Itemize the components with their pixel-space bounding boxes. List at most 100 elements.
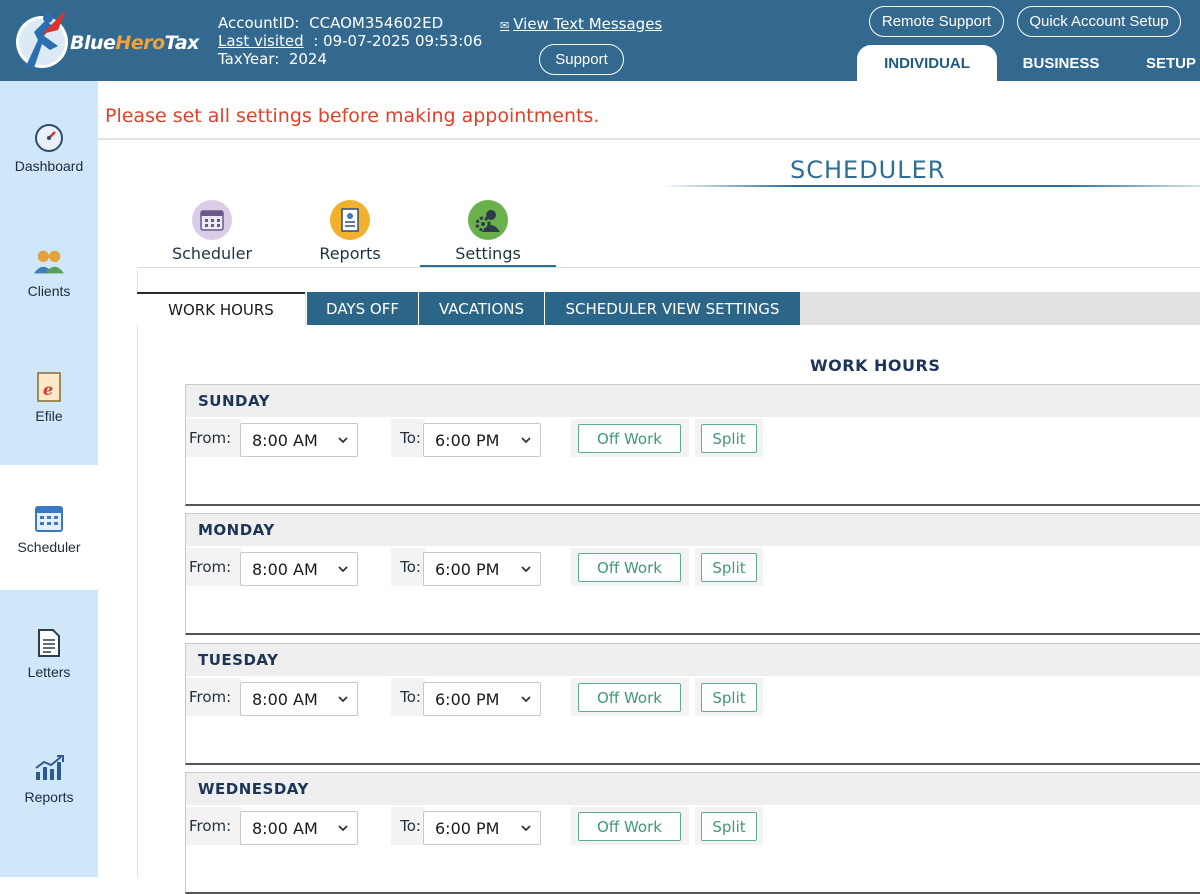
chevron-down-icon bbox=[338, 437, 348, 444]
to-label: To: bbox=[391, 548, 425, 586]
chart-icon bbox=[32, 751, 66, 785]
split-button[interactable]: Split bbox=[701, 812, 757, 841]
subtab-label: Reports bbox=[319, 244, 381, 263]
support-button[interactable]: Support bbox=[539, 44, 624, 75]
to-label: To: bbox=[391, 419, 425, 457]
day-name: SUNDAY bbox=[186, 385, 1200, 417]
efile-icon: e bbox=[32, 370, 66, 404]
sidebar-item-label: Reports bbox=[24, 788, 74, 805]
section-title: WORK HOURS bbox=[810, 356, 941, 375]
day-hours-row: From: 8:00 AM To: 6:00 PM Off Work Split bbox=[186, 678, 786, 716]
sidebar-item-clients[interactable]: Clients bbox=[0, 209, 98, 334]
from-label: From: bbox=[186, 678, 241, 716]
taxyear-label: TaxYear: bbox=[218, 50, 280, 68]
day-card-sunday: SUNDAY From: 8:00 AM To: 6:00 PM Off Wor… bbox=[185, 384, 1200, 506]
people-icon bbox=[32, 245, 66, 279]
chevron-down-icon bbox=[521, 825, 531, 832]
from-time-select[interactable]: 8:00 AM bbox=[240, 811, 358, 845]
tab-work-hours[interactable]: WORK HOURS bbox=[137, 292, 305, 325]
tab-vacations[interactable]: VACATIONS bbox=[418, 292, 544, 325]
day-name: MONDAY bbox=[186, 514, 1200, 546]
day-hours-row: From: 8:00 AM To: 6:00 PM Off Work Split bbox=[186, 807, 786, 845]
to-label: To: bbox=[391, 807, 425, 845]
off-work-button[interactable]: Off Work bbox=[578, 424, 681, 453]
view-text-messages-link[interactable]: ✉ View Text Messages bbox=[500, 15, 662, 33]
tab-days-off[interactable]: DAYS OFF bbox=[306, 292, 418, 325]
calendar-icon bbox=[192, 200, 232, 240]
content-left-border bbox=[137, 270, 138, 877]
day-hours-row: From: 8:00 AM To: 6:00 PM Off Work Split bbox=[186, 548, 786, 586]
gauge-icon bbox=[32, 120, 66, 154]
to-time-select[interactable]: 6:00 PM bbox=[423, 423, 541, 457]
top-header: BlueHeroTax AccountID: CCAOM354602ED Las… bbox=[0, 0, 1200, 81]
sidebar-item-efile[interactable]: e Efile bbox=[0, 334, 98, 459]
day-name: WEDNESDAY bbox=[186, 773, 1200, 805]
last-visited-link[interactable]: Last visited bbox=[218, 32, 304, 50]
hero-logo-icon bbox=[16, 10, 68, 68]
from-label: From: bbox=[186, 807, 241, 845]
split-button[interactable]: Split bbox=[701, 553, 757, 582]
taxyear-value: 2024 bbox=[288, 50, 328, 68]
sidebar-item-label: Letters bbox=[27, 663, 71, 680]
tab-individual[interactable]: INDIVIDUAL bbox=[857, 45, 997, 81]
brand-name: BlueHeroTax bbox=[70, 32, 199, 54]
day-name: TUESDAY bbox=[186, 644, 1200, 676]
brand-logo[interactable]: BlueHeroTax bbox=[12, 6, 202, 76]
subtab-reports[interactable]: Reports bbox=[282, 200, 418, 268]
svg-text:e: e bbox=[43, 380, 53, 399]
envelope-icon: ✉ bbox=[500, 19, 510, 32]
day-card-wednesday: WEDNESDAY From: 8:00 AM To: 6:00 PM Off … bbox=[185, 772, 1200, 894]
sidebar-item-reports[interactable]: Reports bbox=[0, 715, 98, 840]
quick-account-setup-button[interactable]: Quick Account Setup bbox=[1017, 6, 1181, 37]
remote-support-button[interactable]: Remote Support bbox=[869, 6, 1004, 37]
sidebar-item-letters[interactable]: Letters bbox=[0, 590, 98, 715]
to-label: To: bbox=[391, 678, 425, 716]
from-time-select[interactable]: 8:00 AM bbox=[240, 682, 358, 716]
subtab-label: Scheduler bbox=[171, 244, 253, 263]
split-button[interactable]: Split bbox=[701, 683, 757, 712]
calendar-icon bbox=[32, 501, 66, 535]
off-work-button[interactable]: Off Work bbox=[578, 812, 681, 841]
subtab-divider bbox=[137, 267, 1200, 268]
off-work-button[interactable]: Off Work bbox=[578, 683, 681, 712]
sidebar: Dashboard Clients e Efile Scheduler Lett… bbox=[0, 81, 98, 877]
last-visited-value: : 09-07-2025 09:53:06 bbox=[313, 32, 483, 50]
account-id-value: CCAOM354602ED bbox=[309, 14, 444, 32]
sidebar-item-scheduler[interactable]: Scheduler bbox=[0, 465, 98, 590]
chevron-down-icon bbox=[521, 437, 531, 444]
title-underline bbox=[660, 185, 1200, 187]
page-title: SCHEDULER bbox=[790, 156, 946, 184]
chevron-down-icon bbox=[521, 696, 531, 703]
chevron-down-icon bbox=[338, 825, 348, 832]
chevron-down-icon bbox=[338, 696, 348, 703]
to-time-select[interactable]: 6:00 PM bbox=[423, 682, 541, 716]
from-label: From: bbox=[186, 548, 241, 586]
from-label: From: bbox=[186, 419, 241, 457]
from-time-select[interactable]: 8:00 AM bbox=[240, 552, 358, 586]
report-icon bbox=[330, 200, 370, 240]
divider bbox=[98, 138, 1200, 140]
day-card-tuesday: TUESDAY From: 8:00 AM To: 6:00 PM Off Wo… bbox=[185, 643, 1200, 765]
to-time-select[interactable]: 6:00 PM bbox=[423, 811, 541, 845]
off-work-button[interactable]: Off Work bbox=[578, 553, 681, 582]
chevron-down-icon bbox=[338, 566, 348, 573]
tab-business[interactable]: BUSINESS bbox=[1010, 45, 1112, 81]
tab-setup[interactable]: SETUP bbox=[1146, 45, 1200, 81]
settings-warning: Please set all settings before making ap… bbox=[105, 105, 600, 127]
sidebar-item-label: Scheduler bbox=[17, 538, 81, 555]
day-hours-row: From: 8:00 AM To: 6:00 PM Off Work Split bbox=[186, 419, 786, 457]
sidebar-item-label: Dashboard bbox=[14, 157, 84, 174]
account-id-label: AccountID: bbox=[218, 14, 300, 32]
from-time-select[interactable]: 8:00 AM bbox=[240, 423, 358, 457]
sidebar-item-label: Clients bbox=[27, 282, 71, 299]
subtab-scheduler[interactable]: Scheduler bbox=[144, 200, 280, 268]
tab-scheduler-view-settings[interactable]: SCHEDULER VIEW SETTINGS bbox=[544, 292, 800, 325]
subtab-settings[interactable]: Settings bbox=[420, 200, 556, 268]
settings-icon bbox=[468, 200, 508, 240]
subtab-label: Settings bbox=[455, 244, 521, 263]
to-time-select[interactable]: 6:00 PM bbox=[423, 552, 541, 586]
sidebar-item-dashboard[interactable]: Dashboard bbox=[0, 84, 98, 209]
chevron-down-icon bbox=[521, 566, 531, 573]
day-card-monday: MONDAY From: 8:00 AM To: 6:00 PM Off Wor… bbox=[185, 513, 1200, 635]
split-button[interactable]: Split bbox=[701, 424, 757, 453]
